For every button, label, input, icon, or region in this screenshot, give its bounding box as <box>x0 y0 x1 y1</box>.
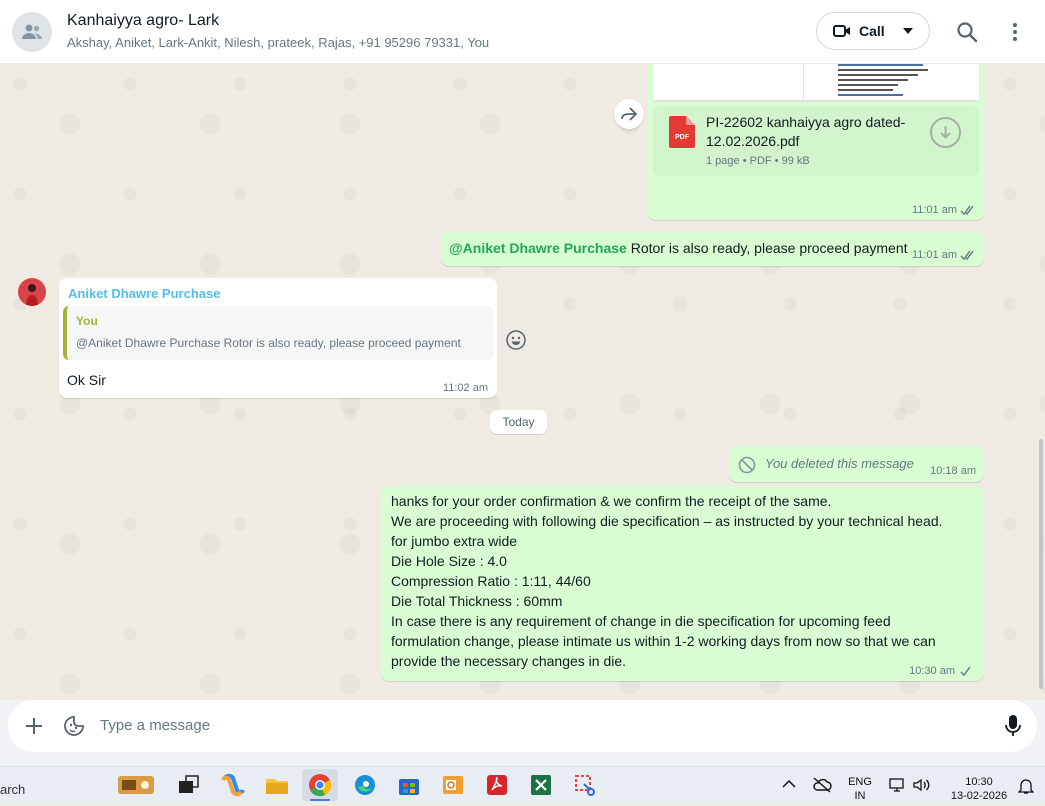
snipping-tool-icon[interactable] <box>572 772 598 798</box>
message-text: @Aniket Dhawre Purchase Rotor is also re… <box>449 240 908 256</box>
chat-members[interactable]: Akshay, Aniket, Lark-Ankit, Nilesh, prat… <box>67 35 489 50</box>
composer-box: Type a message <box>8 700 1037 752</box>
sender-avatar[interactable] <box>18 278 46 306</box>
acrobat-icon[interactable] <box>484 772 510 798</box>
file-explorer-icon[interactable] <box>264 772 290 798</box>
document-info: 1 page • PDF • 99 kB <box>706 155 810 167</box>
message-meta: 10:30 am <box>909 665 974 677</box>
store-icon[interactable] <box>396 772 422 798</box>
group-avatar[interactable] <box>12 12 52 52</box>
excel-icon[interactable] <box>528 772 554 798</box>
region-label: IN <box>854 790 866 802</box>
block-icon <box>738 456 756 474</box>
double-check-icon <box>960 205 974 215</box>
message-line: hanks for your order confirmation & we c… <box>391 493 832 509</box>
message-time: 11:01 am <box>911 249 957 261</box>
task-view-icon[interactable] <box>176 772 202 798</box>
download-icon <box>940 126 951 139</box>
chat-title[interactable]: Kanhaiyya agro- Lark <box>67 12 219 30</box>
plus-icon[interactable] <box>24 716 44 736</box>
message-time: 10:18 am <box>930 465 976 477</box>
sticker-icon[interactable] <box>62 714 86 738</box>
message-meta: 11:01 am <box>912 204 976 216</box>
message-time: 11:02 am <box>442 382 488 394</box>
deleted-text: You deleted this message <box>765 456 914 471</box>
message-line: We are proceeding with following die spe… <box>391 513 943 529</box>
taskbar-search[interactable]: arch <box>0 782 25 797</box>
message-time: 10:30 am <box>909 665 955 677</box>
call-button-label: Call <box>859 23 885 39</box>
message-list[interactable]: PDF PI-22602 kanhaiyya agro dated-12.02.… <box>0 64 1045 700</box>
sender-name[interactable]: Aniket Dhawre Purchase <box>68 286 220 301</box>
chat-header: Kanhaiyya agro- Lark Akshay, Aniket, Lar… <box>0 0 1045 64</box>
mention-message[interactable]: @Aniket Dhawre Purchase Rotor is also re… <box>441 232 984 266</box>
message-composer: Type a message <box>0 700 1045 766</box>
chevron-down-icon <box>902 28 913 34</box>
message-meta: 11:01 am <box>912 249 976 261</box>
outlook-icon[interactable] <box>440 772 466 798</box>
message-input[interactable]: Type a message <box>100 717 210 734</box>
pdf-file-icon: PDF <box>669 116 695 148</box>
radio-app-icon[interactable] <box>114 772 158 798</box>
clock[interactable]: 10:30 13-02-2026 <box>944 775 1014 803</box>
message-body: hanks for your order confirmation & we c… <box>391 491 976 671</box>
mention-link[interactable]: @Aniket Dhawre Purchase <box>449 240 627 256</box>
message-line: formulation change, please intimate us w… <box>391 633 936 649</box>
document-card[interactable]: PDF PI-22602 kanhaiyya agro dated-12.02.… <box>653 106 979 176</box>
network-icon[interactable] <box>888 777 908 793</box>
document-message[interactable]: PDF PI-22602 kanhaiyya agro dated-12.02.… <box>648 64 984 220</box>
reply-message[interactable]: Aniket Dhawre Purchase You @Aniket Dhawr… <box>59 278 497 398</box>
menu-dots-icon[interactable] <box>1003 20 1027 44</box>
document-name: PI-22602 kanhaiyya agro dated-12.02.2026… <box>706 114 906 149</box>
message-line: Compression Ratio : 1:11, 44/60 <box>391 573 591 589</box>
quoted-author: You <box>76 314 98 328</box>
copilot-icon[interactable] <box>220 772 246 798</box>
document-letterhead-thumbnail <box>653 64 979 102</box>
chrome-icon[interactable] <box>302 769 338 801</box>
document-preview[interactable] <box>653 64 979 102</box>
double-check-icon <box>960 250 974 260</box>
edge-icon[interactable] <box>352 772 378 798</box>
cloud-offline-icon[interactable] <box>812 777 832 793</box>
download-button[interactable] <box>930 117 961 148</box>
windows-taskbar: arch ENG IN 10:30 13-02-2026 <box>0 766 1045 803</box>
date-separator: Today <box>490 410 547 434</box>
video-camera-icon <box>833 25 850 37</box>
clock-time: 10:30 <box>965 776 993 788</box>
message-line: In case there is any requirement of chan… <box>391 613 891 629</box>
message-body: Rotor is also ready, please proceed paym… <box>626 240 908 256</box>
forward-button[interactable] <box>614 99 644 129</box>
message-time: 11:01 am <box>911 204 957 216</box>
scrollbar-thumb[interactable] <box>1039 439 1043 689</box>
tray-chevron-up-icon[interactable] <box>782 779 796 789</box>
single-check-icon <box>960 666 971 676</box>
message-line: Die Hole Size : 4.0 <box>391 553 507 569</box>
message-line: Die Total Thickness : 60mm <box>391 593 563 609</box>
language-label: ENG <box>848 776 872 788</box>
message-line: provide the necessary changes in die. <box>391 653 627 669</box>
svg-text:PDF: PDF <box>675 134 690 141</box>
group-icon <box>22 24 42 39</box>
volume-icon[interactable] <box>912 777 932 793</box>
microphone-icon[interactable] <box>1004 714 1022 738</box>
quoted-text: @Aniket Dhawre Purchase Rotor is also re… <box>76 336 461 350</box>
deleted-message[interactable]: You deleted this message 10:18 am <box>729 446 984 482</box>
message-line: for jumbo extra wide <box>391 533 518 549</box>
long-message[interactable]: hanks for your order confirmation & we c… <box>381 486 984 681</box>
emoji-reaction-icon[interactable] <box>504 328 528 352</box>
scrollbar[interactable] <box>1039 64 1043 700</box>
quoted-message[interactable]: You @Aniket Dhawre Purchase Rotor is als… <box>63 306 494 360</box>
call-button[interactable]: Call <box>816 12 930 50</box>
search-icon[interactable] <box>955 20 979 44</box>
forward-icon <box>621 107 638 121</box>
person-photo-icon <box>26 284 38 306</box>
message-body: Ok Sir <box>67 372 106 388</box>
clock-date: 13-02-2026 <box>950 790 1008 802</box>
notification-bell-icon[interactable] <box>1018 777 1034 795</box>
language-indicator[interactable]: ENG IN <box>846 775 874 803</box>
